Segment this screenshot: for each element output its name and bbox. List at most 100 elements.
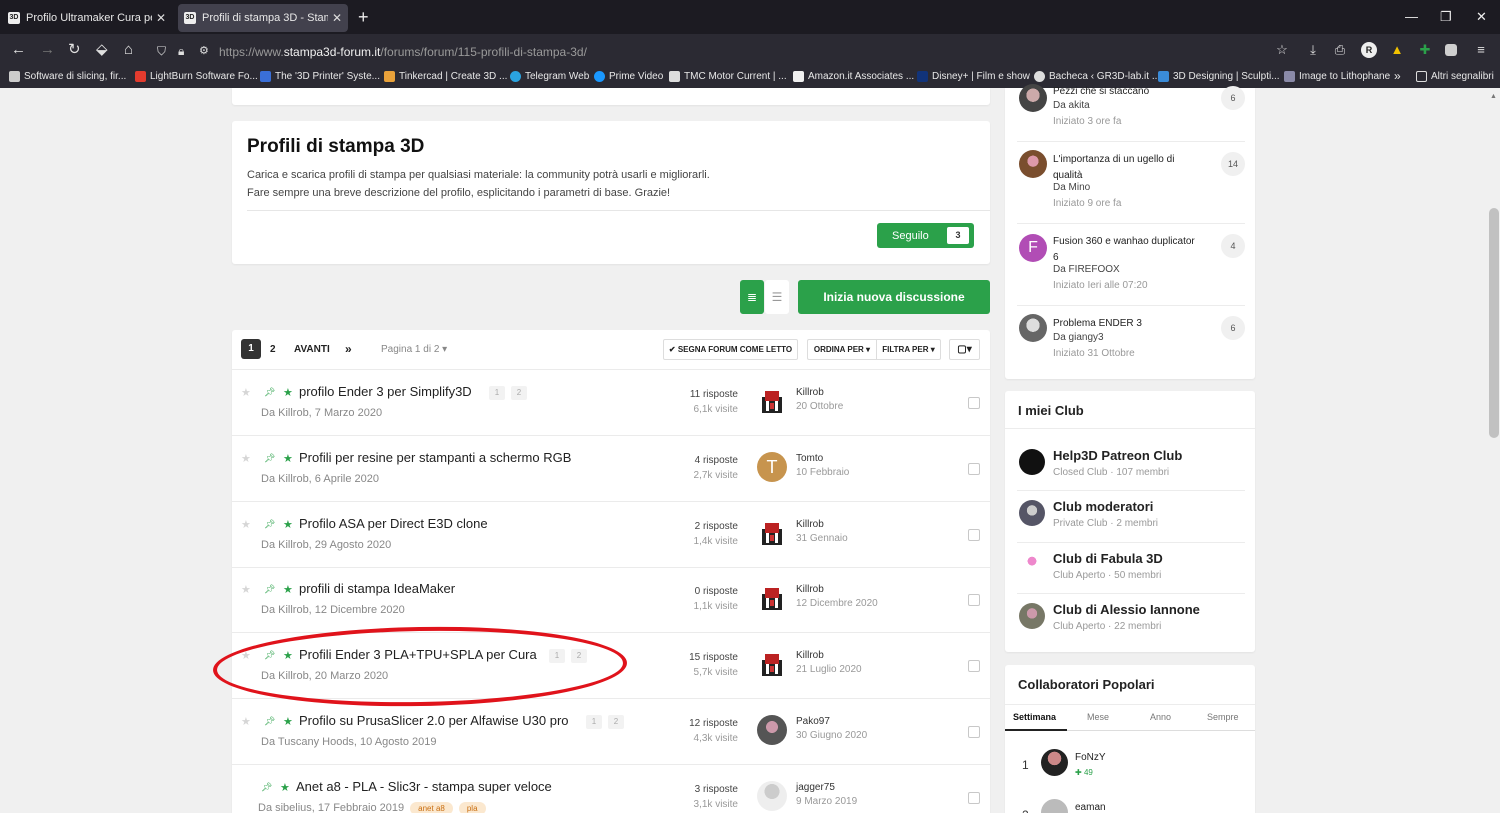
last-post-date[interactable]: 21 Luglio 2020 (796, 663, 862, 677)
download-icon[interactable]: ⤓ (1305, 42, 1321, 58)
home-icon[interactable]: ⌂ (124, 41, 133, 59)
other-bookmarks[interactable]: Altri segnalibri (1416, 71, 1494, 82)
club-name[interactable]: Club moderatori (1053, 499, 1153, 514)
browser-tab-cura-profile[interactable]: 3D Profilo Ultramaker Cura per End ✕ (2, 4, 172, 32)
green-extension-icon[interactable]: ✚ (1417, 42, 1433, 58)
bookmark-3ddesigning[interactable]: 3D Designing | Sculpti... (1158, 71, 1280, 82)
topic-select-checkbox[interactable] (968, 726, 980, 738)
close-tab-icon[interactable]: ✕ (332, 11, 342, 25)
recent-topic-title[interactable]: Problema ENDER 3 (1053, 316, 1203, 332)
table-row[interactable] (232, 502, 990, 567)
bookmark-disney[interactable]: Disney+ | Film e show (917, 71, 1030, 82)
scrollbar-thumb[interactable] (1489, 208, 1499, 438)
user-avatar[interactable] (757, 650, 787, 680)
table-row[interactable] (232, 436, 990, 501)
bookmark-lithophane[interactable]: Image to Lithophane (1284, 71, 1390, 82)
mark-read-button[interactable]: ✔ SEGNA FORUM COME LETTO (663, 339, 798, 360)
user-avatar[interactable] (757, 387, 787, 417)
last-post-date[interactable]: 31 Gennaio (796, 532, 848, 546)
select-checkbox-menu[interactable]: ▢▾ (949, 339, 980, 360)
profile-r-icon[interactable]: R (1361, 42, 1377, 58)
bookmark-lightburn[interactable]: LightBurn Software Fo... (135, 71, 258, 82)
user-avatar[interactable] (757, 781, 787, 811)
last-post-date[interactable]: 12 Dicembre 2020 (796, 597, 878, 611)
bookmark-star-icon[interactable]: ☆ (1274, 42, 1290, 58)
user-avatar[interactable] (757, 519, 787, 549)
recent-topic-title[interactable]: Pezzi che si staccano (1053, 84, 1203, 100)
recent-topic-author[interactable]: Da akita (1053, 100, 1090, 111)
close-tab-icon[interactable]: ✕ (156, 11, 166, 25)
topic-title-link[interactable]: Anet a8 - PLA - Slic3r - stampa super ve… (296, 779, 552, 794)
bookmark-slicing[interactable]: Software di slicing, fir... (9, 71, 126, 82)
club-name[interactable]: Club di Alessio Iannone (1053, 602, 1200, 617)
more-bookmarks-chevron-icon[interactable]: » (1394, 69, 1401, 83)
new-tab-button[interactable]: + (358, 8, 369, 26)
recent-topic-title[interactable]: L'importanza di un ugello di qualità (1053, 152, 1203, 184)
bookmark-prime[interactable]: Prime Video (594, 71, 663, 82)
bookmark-amazon[interactable]: Amazon.it Associates ... (793, 71, 914, 82)
topic-title-link[interactable]: profili di stampa IdeaMaker (299, 581, 455, 596)
user-avatar[interactable]: T (757, 452, 787, 482)
new-discussion-button[interactable]: Inizia nuova discussione (798, 280, 990, 314)
scroll-up-icon[interactable]: ▲ (1490, 93, 1497, 100)
topic-tag[interactable]: pla (458, 802, 486, 813)
last-poster-name[interactable]: Tomto (796, 452, 849, 466)
topic-title-link[interactable]: Profilo su PrusaSlicer 2.0 per Alfawise … (299, 713, 569, 728)
topic-title-link[interactable]: profilo Ender 3 per Simplify3D (299, 384, 472, 399)
user-avatar[interactable] (757, 584, 787, 614)
last-poster-name[interactable]: Killrob (796, 518, 848, 532)
user-avatar[interactable] (1019, 150, 1047, 178)
close-window-button[interactable]: ✕ (1476, 9, 1487, 25)
tab-month[interactable]: Mese (1087, 712, 1109, 722)
topic-select-checkbox[interactable] (968, 792, 980, 804)
bookmark-telegram[interactable]: Telegram Web (510, 71, 589, 82)
table-row[interactable] (232, 699, 990, 764)
filter-button[interactable]: FILTRA PER ▾ (876, 339, 941, 360)
last-poster-name[interactable]: Killrob (796, 583, 878, 597)
topic-page-link[interactable]: 2 (511, 386, 527, 400)
club-name[interactable]: Help3D Patreon Club (1053, 448, 1182, 463)
topic-select-checkbox[interactable] (968, 529, 980, 541)
club-avatar[interactable] (1019, 603, 1045, 629)
topic-title-link[interactable]: Profili per resine per stampanti a scher… (299, 450, 571, 465)
last-post-date[interactable]: 30 Giugno 2020 (796, 729, 867, 743)
forward-arrow-icon[interactable]: → (40, 41, 55, 59)
last-page-chevron-icon[interactable]: » (345, 342, 352, 356)
bookmark-tmc[interactable]: TMC Motor Current | ... (669, 71, 787, 82)
recent-topic-author[interactable]: Da Mino (1053, 182, 1090, 193)
tab-year[interactable]: Anno (1150, 712, 1171, 722)
club-avatar[interactable] (1019, 449, 1045, 475)
topic-select-checkbox[interactable] (968, 594, 980, 606)
extension-icon[interactable]: ⬙ (96, 41, 108, 59)
user-avatar[interactable] (1019, 84, 1047, 112)
permissions-icon[interactable]: ⚙ (199, 42, 209, 60)
topic-title-link[interactable]: Profilo ASA per Direct E3D clone (299, 516, 488, 531)
topic-tag[interactable]: anet a8 (410, 802, 453, 813)
menu-icon[interactable]: ≡ (1473, 42, 1489, 58)
topic-page-link[interactable]: 1 (489, 386, 505, 400)
follow-button[interactable]: Seguilo 3 (877, 223, 974, 248)
next-page-link[interactable]: AVANTI (294, 344, 330, 355)
print-icon[interactable]: ⎙ (1332, 42, 1348, 58)
tab-all-time[interactable]: Sempre (1207, 712, 1239, 722)
minimize-button[interactable]: — (1405, 9, 1418, 24)
page-scrollbar[interactable] (1488, 88, 1500, 813)
page-select[interactable]: Pagina 1 di 2 ▾ (381, 344, 447, 355)
last-poster-name[interactable]: Killrob (796, 649, 862, 663)
last-post-date[interactable]: 20 Ottobre (796, 400, 843, 414)
lock-icon[interactable]: 🔒︎ (178, 42, 184, 60)
club-name[interactable]: Club di Fabula 3D (1053, 551, 1163, 566)
page-1-button[interactable]: 1 (241, 339, 261, 359)
last-post-date[interactable]: 10 Febbraio (796, 466, 849, 480)
warning-extension-icon[interactable]: ▲ (1389, 42, 1405, 58)
topic-page-link[interactable]: 2 (571, 649, 587, 663)
user-avatar[interactable] (757, 715, 787, 745)
recent-topic-title[interactable]: Fusion 360 e wanhao duplicator 6 (1053, 234, 1203, 266)
maximize-button[interactable]: ❐ (1440, 9, 1452, 25)
topic-page-link[interactable]: 2 (608, 715, 624, 729)
recent-topic-author[interactable]: Da FIREFOOX (1053, 264, 1120, 275)
bookmark-tinkercad[interactable]: Tinkercad | Create 3D ... (384, 71, 507, 82)
shield-icon[interactable]: ⛉ (157, 42, 166, 60)
url-text[interactable]: https://www.stampa3d-forum.it/forums/for… (219, 45, 587, 59)
tab-week[interactable]: Settimana (1013, 712, 1056, 722)
